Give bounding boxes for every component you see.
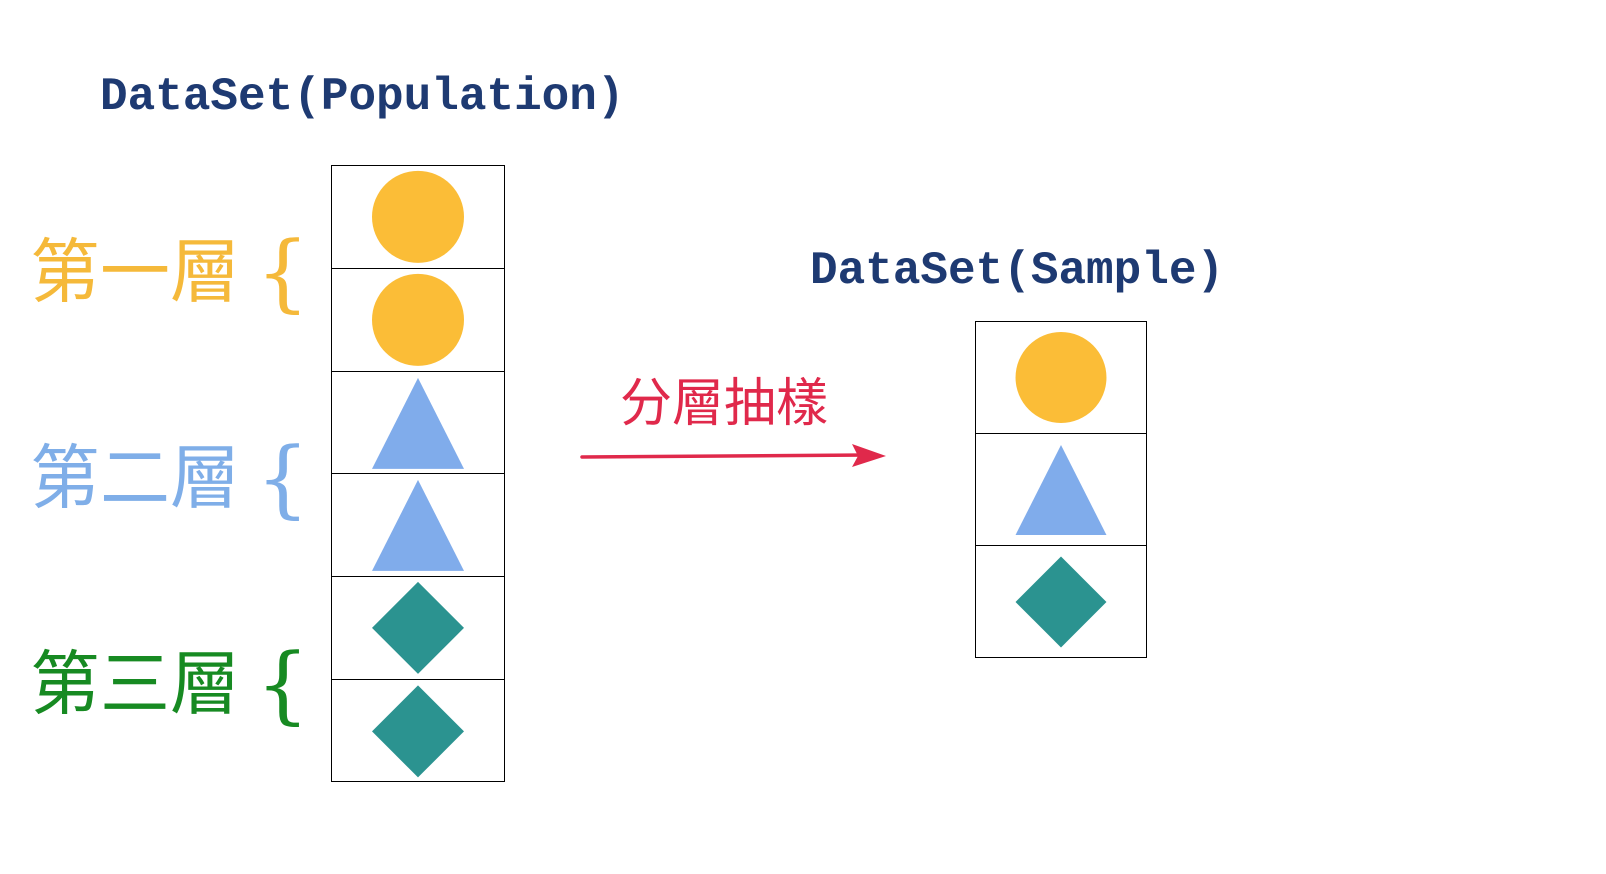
layer-1-brace: {	[256, 223, 310, 321]
sample-stack	[975, 321, 1147, 658]
population-cell	[332, 577, 504, 680]
sample-cell	[976, 546, 1146, 658]
sample-title: DataSet(Sample)	[810, 245, 1225, 297]
layer-3-label: 第三層	[30, 643, 240, 725]
diamond-icon	[372, 582, 464, 675]
diamond-icon	[372, 685, 464, 778]
triangle-icon	[372, 480, 464, 572]
triangle-icon	[1015, 445, 1107, 535]
layer-1-label: 第一層	[30, 231, 240, 313]
sample-cell	[976, 434, 1146, 546]
population-stack	[331, 165, 505, 782]
sample-cell	[976, 322, 1146, 434]
layer-2-brace: {	[256, 429, 310, 527]
population-cell	[332, 474, 504, 578]
layer-2-label: 第二層	[30, 437, 240, 519]
stratified-sampling-label: 分層抽樣	[620, 374, 829, 434]
population-cell	[332, 166, 504, 269]
population-cell	[332, 372, 504, 475]
layer-3-brace: {	[256, 635, 310, 733]
diamond-icon	[1015, 556, 1107, 648]
population-cell	[332, 680, 504, 783]
circle-icon	[372, 273, 464, 366]
circle-icon	[372, 170, 464, 263]
circle-icon	[1015, 332, 1107, 423]
layer-2: 第二層 {	[30, 436, 309, 520]
arrow-right-icon	[580, 444, 886, 467]
layer-3: 第三層 {	[30, 642, 309, 726]
layer-1: 第一層 {	[30, 230, 309, 314]
population-title: DataSet(Population)	[100, 71, 625, 123]
triangle-icon	[372, 377, 464, 469]
population-cell	[332, 269, 504, 372]
